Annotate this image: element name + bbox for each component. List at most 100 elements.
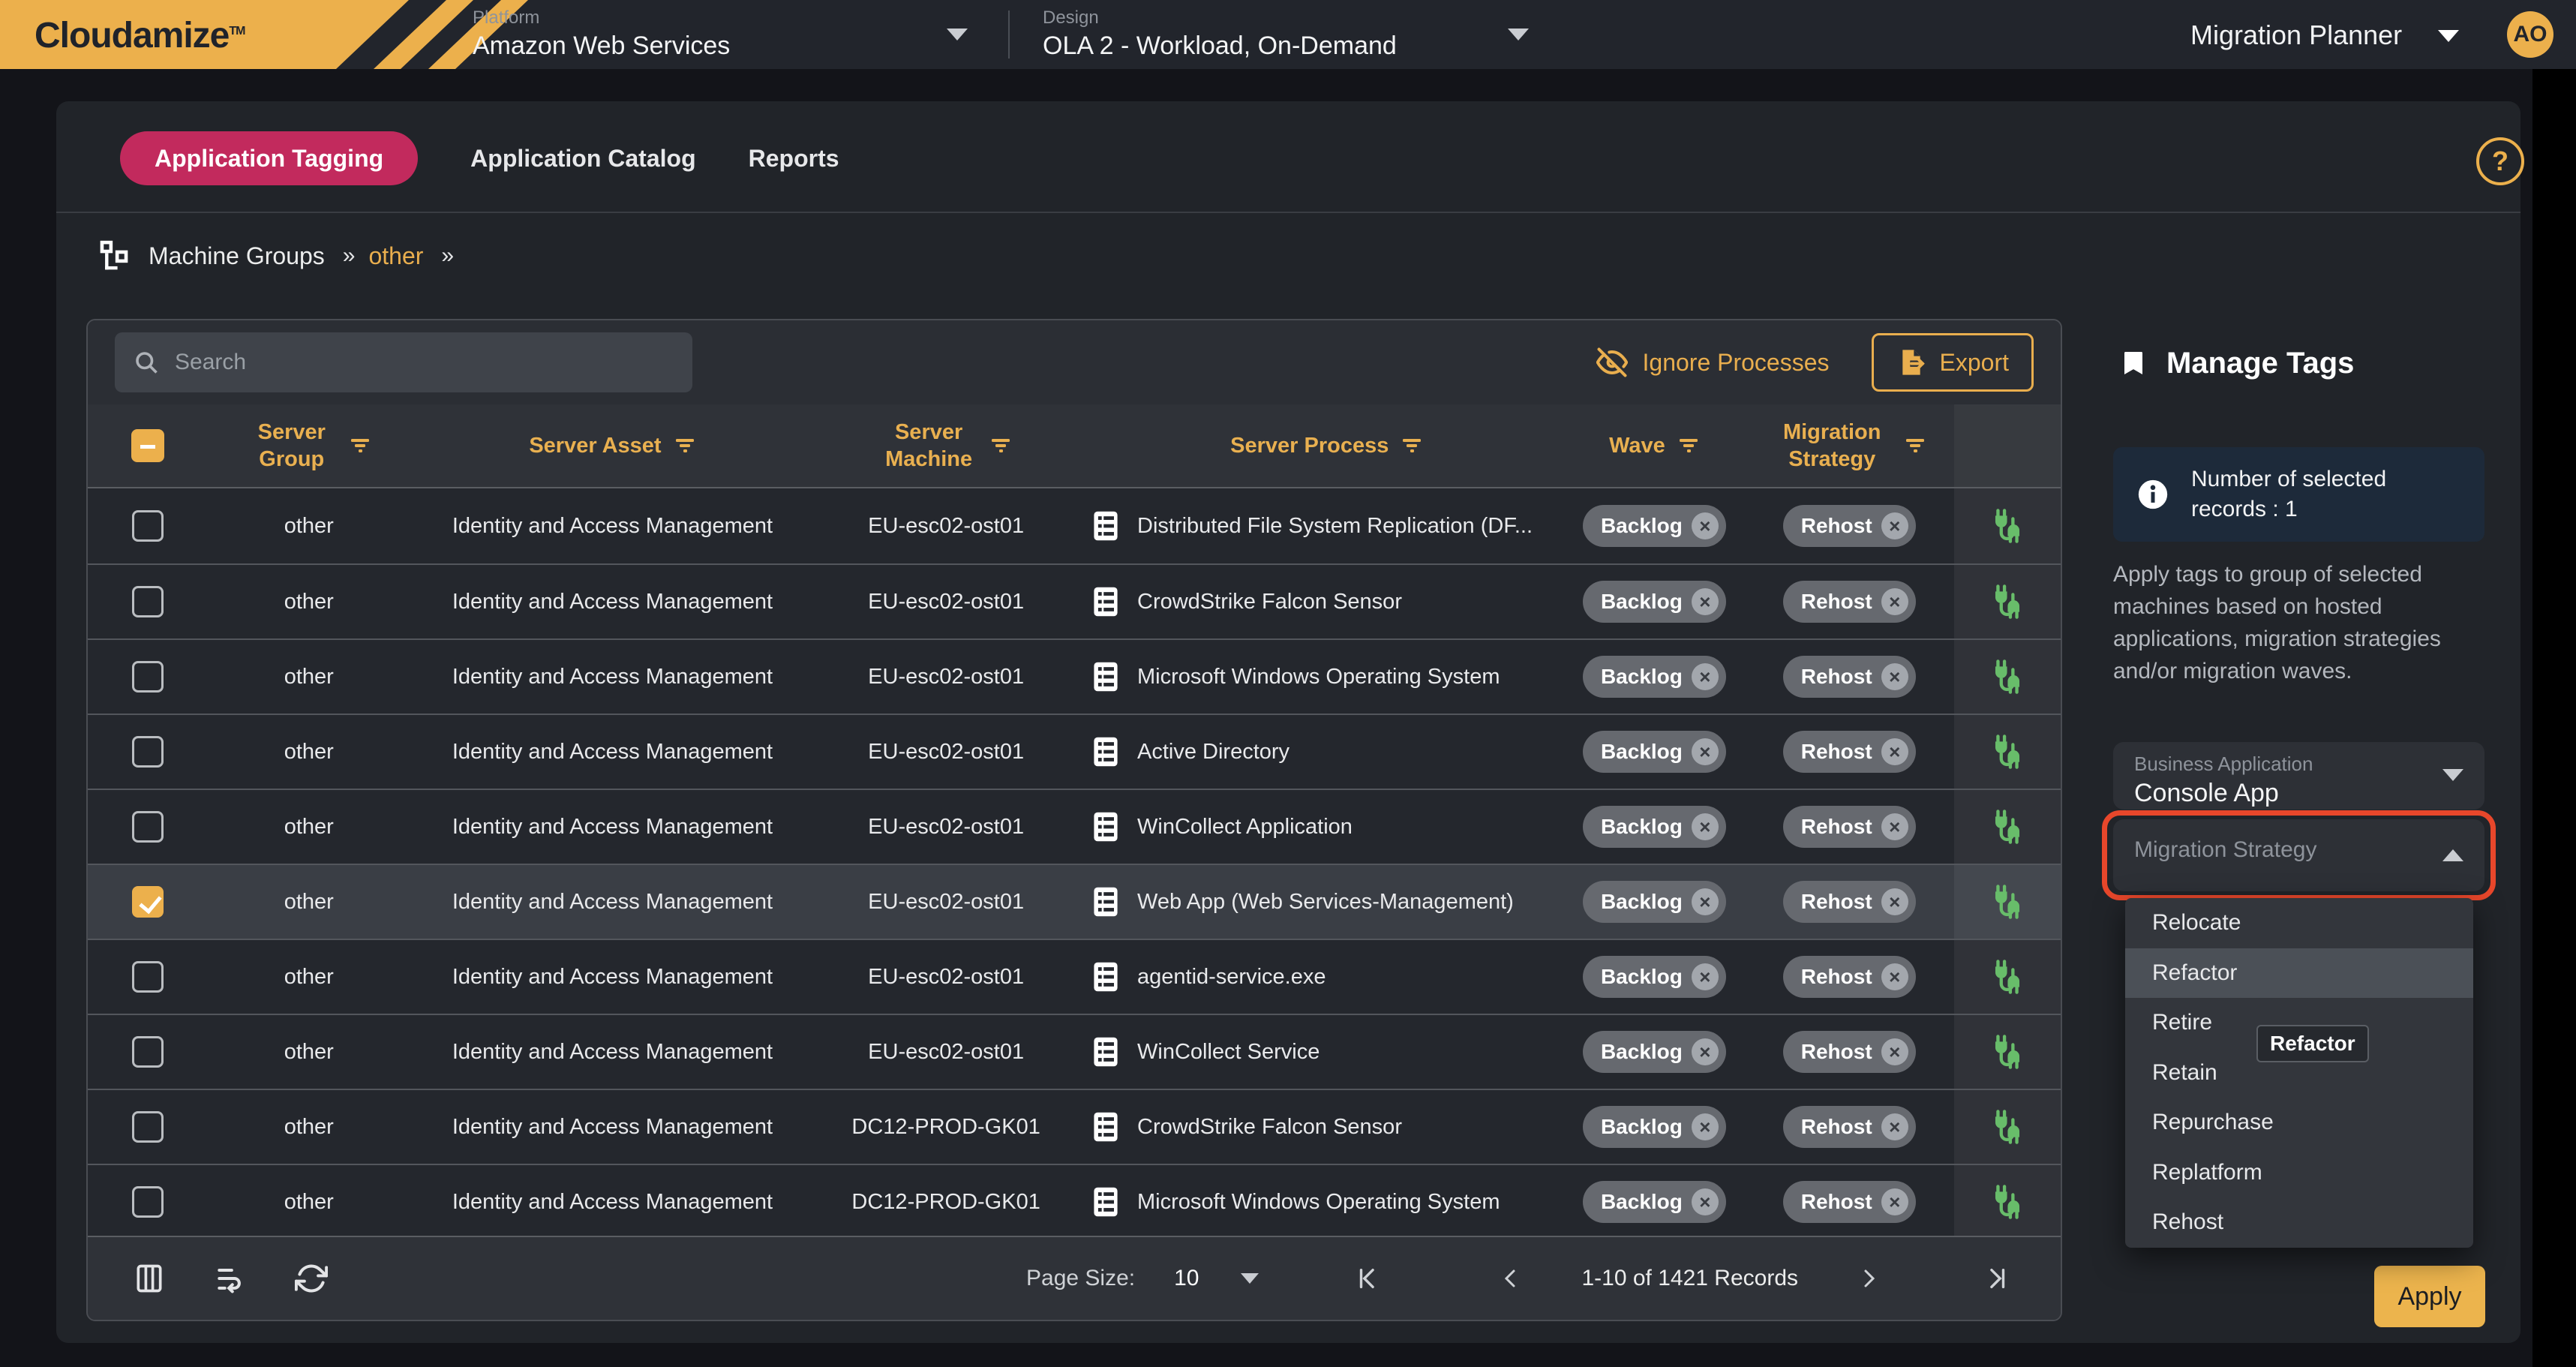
- connections-icon[interactable]: [1988, 506, 2027, 545]
- apply-button[interactable]: Apply: [2374, 1266, 2485, 1327]
- column-header-server-group[interactable]: Server Group: [247, 419, 337, 473]
- help-button[interactable]: ?: [2476, 137, 2524, 185]
- chip-remove-icon[interactable]: ×: [1881, 1113, 1908, 1140]
- chip-remove-icon[interactable]: ×: [1881, 963, 1908, 990]
- design-caret-icon[interactable]: [1508, 29, 1529, 41]
- row-checkbox[interactable]: [132, 811, 164, 843]
- chip-remove-icon[interactable]: ×: [1881, 888, 1908, 915]
- filter-icon[interactable]: [1904, 436, 1926, 455]
- connections-icon[interactable]: [1988, 1182, 2027, 1221]
- avatar[interactable]: AO: [2507, 11, 2553, 58]
- export-button[interactable]: Export: [1872, 333, 2034, 392]
- wave-cell: Backlog×: [1565, 1090, 1745, 1164]
- tab-reports[interactable]: Reports: [749, 145, 839, 173]
- chip-remove-icon[interactable]: ×: [1692, 888, 1719, 915]
- chip-remove-icon[interactable]: ×: [1881, 813, 1908, 840]
- chip-remove-icon[interactable]: ×: [1692, 738, 1719, 765]
- chip-remove-icon[interactable]: ×: [1881, 1188, 1908, 1215]
- chip-remove-icon[interactable]: ×: [1881, 738, 1908, 765]
- dropdown-option-replatform[interactable]: Replatform: [2125, 1148, 2473, 1198]
- filter-icon[interactable]: [989, 436, 1012, 455]
- refresh-icon[interactable]: [295, 1262, 328, 1295]
- row-checkbox[interactable]: [132, 1036, 164, 1068]
- page-size-caret-icon[interactable]: [1241, 1273, 1259, 1284]
- export-file-icon: [1896, 346, 1926, 379]
- row-checkbox[interactable]: [132, 1111, 164, 1143]
- tab-application-catalog[interactable]: Application Catalog: [470, 145, 695, 173]
- connections-icon[interactable]: [1988, 957, 2027, 996]
- server-process-name: Web App (Web Services-Management): [1137, 890, 1514, 915]
- prev-page-button[interactable]: [1491, 1264, 1529, 1293]
- row-checkbox[interactable]: [132, 961, 164, 993]
- chip-remove-icon[interactable]: ×: [1692, 813, 1719, 840]
- chip-remove-icon[interactable]: ×: [1692, 588, 1719, 615]
- chip-remove-icon[interactable]: ×: [1881, 1038, 1908, 1065]
- migration-strategy-cell: Rehost×: [1744, 1165, 1954, 1239]
- process-list-icon: [1089, 584, 1122, 619]
- column-header-wave[interactable]: Wave: [1609, 432, 1665, 459]
- platform-select[interactable]: Platform Amazon Web Services: [473, 8, 730, 61]
- dropdown-option-rehost[interactable]: Rehost: [2125, 1197, 2473, 1248]
- connections-icon[interactable]: [1988, 1107, 2027, 1146]
- first-page-button[interactable]: [1349, 1264, 1386, 1293]
- dropdown-option-relocate[interactable]: Relocate: [2125, 898, 2473, 948]
- table-row: otherIdentity and Access ManagementEU-es…: [88, 864, 2061, 939]
- platform-caret-icon[interactable]: [947, 29, 968, 41]
- dropdown-option-repurchase[interactable]: Repurchase: [2125, 1098, 2473, 1148]
- search-input[interactable]: [175, 350, 674, 375]
- chip-remove-icon[interactable]: ×: [1692, 1188, 1719, 1215]
- chip-remove-icon[interactable]: ×: [1692, 1038, 1719, 1065]
- dropdown-option-refactor[interactable]: Refactor: [2125, 948, 2473, 999]
- chip-remove-icon[interactable]: ×: [1692, 663, 1719, 690]
- filter-icon[interactable]: [674, 436, 696, 455]
- column-header-server-machine[interactable]: Server Machine: [880, 419, 977, 473]
- tab-application-tagging[interactable]: Application Tagging: [120, 131, 418, 185]
- chip-remove-icon[interactable]: ×: [1692, 512, 1719, 539]
- last-page-button[interactable]: [1978, 1264, 2016, 1293]
- app-switcher-caret-icon[interactable]: [2438, 30, 2459, 42]
- chip-remove-icon[interactable]: ×: [1881, 512, 1908, 539]
- ignore-processes-button[interactable]: Ignore Processes: [1596, 347, 1830, 378]
- columns-icon[interactable]: [133, 1262, 166, 1295]
- breadcrumb-current[interactable]: other: [368, 242, 423, 270]
- page-size-value[interactable]: 10: [1174, 1266, 1199, 1291]
- filter-icon[interactable]: [1401, 436, 1423, 455]
- server-machine-cell: EU-esc02-ost01: [815, 940, 1077, 1014]
- chip-remove-icon[interactable]: ×: [1881, 663, 1908, 690]
- row-checkbox[interactable]: [132, 886, 164, 918]
- breadcrumb-root[interactable]: Machine Groups: [149, 242, 325, 270]
- row-checkbox[interactable]: [132, 510, 164, 542]
- wrap-text-icon[interactable]: [214, 1262, 247, 1295]
- server-asset-cell: Identity and Access Management: [410, 940, 815, 1014]
- row-checkbox[interactable]: [132, 736, 164, 768]
- chip-remove-icon[interactable]: ×: [1881, 588, 1908, 615]
- connections-icon[interactable]: [1988, 657, 2027, 696]
- app-switcher[interactable]: Migration Planner: [2190, 20, 2402, 51]
- server-asset-cell: Identity and Access Management: [410, 1015, 815, 1089]
- connections-icon[interactable]: [1988, 582, 2027, 621]
- migration-strategy-select[interactable]: Migration Strategy: [2113, 819, 2484, 891]
- column-header-server-asset[interactable]: Server Asset: [529, 432, 661, 459]
- row-checkbox[interactable]: [132, 661, 164, 693]
- chip-remove-icon[interactable]: ×: [1692, 1113, 1719, 1140]
- filter-icon[interactable]: [349, 436, 371, 455]
- next-page-button[interactable]: [1851, 1264, 1888, 1293]
- column-header-server-process[interactable]: Server Process: [1230, 432, 1389, 459]
- cloudamize-logo[interactable]: CloudamizeTM: [0, 0, 540, 69]
- connections-icon[interactable]: [1988, 882, 2027, 921]
- column-header-migration-strategy[interactable]: Migration Strategy: [1772, 419, 1892, 473]
- filter-icon: [1904, 436, 1926, 455]
- tab-bar: Application Tagging Application Catalog …: [120, 130, 839, 187]
- filter-icon[interactable]: [1677, 436, 1700, 455]
- business-application-select[interactable]: Business Application Console App: [2113, 742, 2484, 810]
- connections-icon[interactable]: [1988, 1032, 2027, 1071]
- select-all-checkbox[interactable]: [131, 429, 164, 462]
- design-select[interactable]: Design OLA 2 - Workload, On-Demand: [1043, 8, 1397, 61]
- connections-icon[interactable]: [1988, 732, 2027, 771]
- wave-cell: Backlog×: [1565, 565, 1745, 638]
- row-checkbox[interactable]: [132, 1186, 164, 1218]
- chip-remove-icon[interactable]: ×: [1692, 963, 1719, 990]
- records-label: 1-10 of 1421 Records: [1581, 1266, 1798, 1291]
- row-checkbox[interactable]: [132, 586, 164, 617]
- connections-icon[interactable]: [1988, 807, 2027, 846]
